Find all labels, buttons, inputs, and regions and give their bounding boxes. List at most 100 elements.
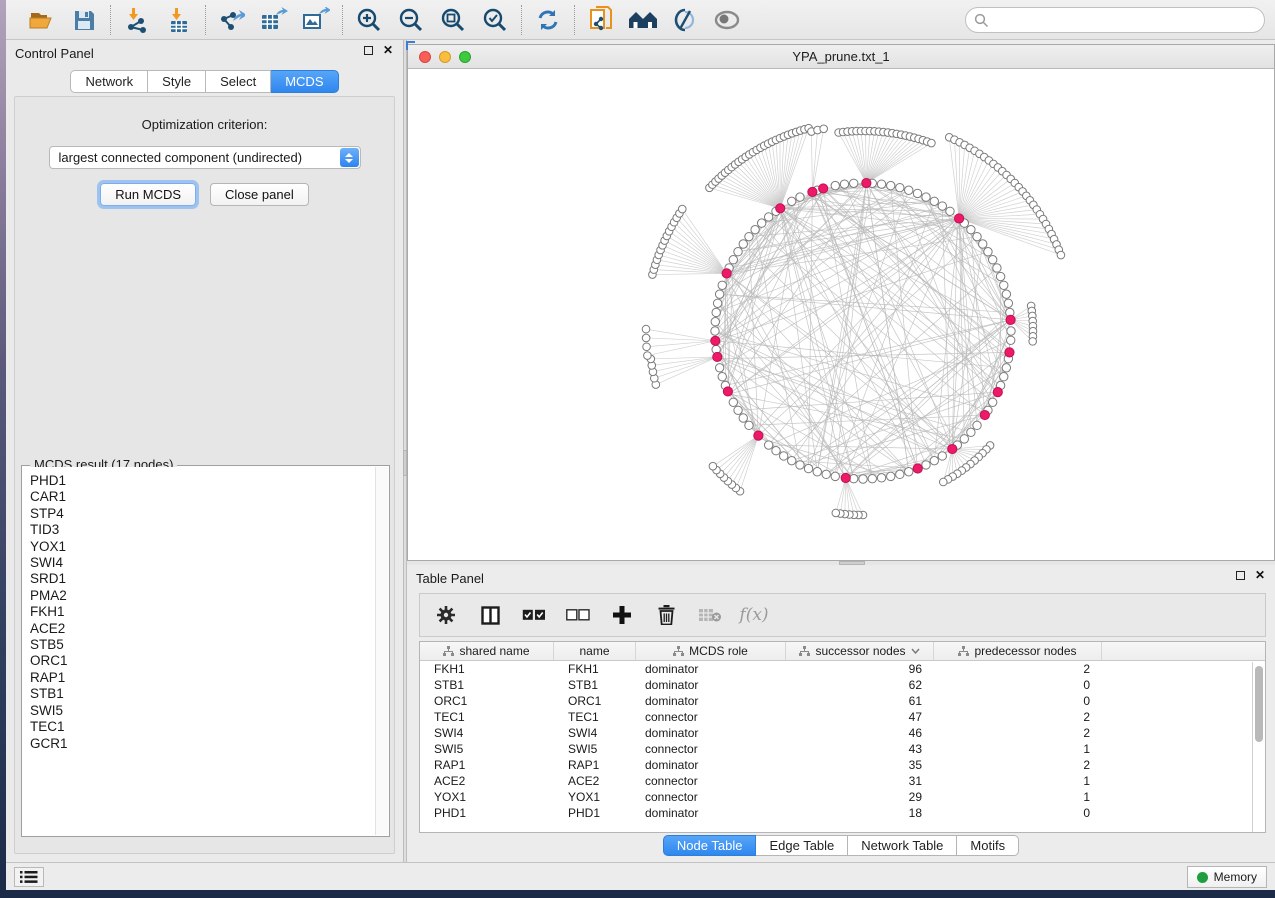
cell-predecessor-nodes[interactable]: 2 (934, 709, 1102, 725)
tab-network-table[interactable]: Network Table (848, 835, 957, 856)
table-row[interactable]: STB1STB1dominator620 (420, 677, 1265, 693)
cell-name[interactable]: TEC1 (554, 709, 636, 725)
export-image-icon[interactable] (300, 5, 332, 35)
graph-hub-node[interactable] (808, 187, 817, 196)
cell-predecessor-nodes[interactable]: 0 (934, 693, 1102, 709)
cell-predecessor-nodes[interactable]: 2 (934, 757, 1102, 773)
cell-mcds-role[interactable]: dominator (636, 757, 786, 773)
tab-mcds[interactable]: MCDS (271, 70, 338, 93)
optimization-criterion-select[interactable]: largest connected component (undirected) (49, 146, 361, 169)
graph-hub-node[interactable] (913, 464, 922, 473)
import-network-icon[interactable] (121, 5, 153, 35)
cell-shared-name[interactable]: SWI5 (420, 741, 554, 757)
table-settings-icon[interactable] (432, 601, 460, 629)
cell-name[interactable]: ORC1 (554, 693, 636, 709)
network-canvas[interactable] (408, 69, 1274, 560)
cell-successor-nodes[interactable]: 29 (786, 789, 934, 805)
cell-shared-name[interactable]: ORC1 (420, 693, 554, 709)
cell-successor-nodes[interactable]: 47 (786, 709, 934, 725)
mcds-result-item[interactable]: SWI5 (30, 703, 375, 719)
cell-name[interactable]: PHD1 (554, 805, 636, 821)
column-header-successor-nodes[interactable]: successor nodes (786, 642, 934, 660)
cell-successor-nodes[interactable]: 62 (786, 677, 934, 693)
table-row[interactable]: SWI5SWI5connector431 (420, 741, 1265, 757)
column-header-predecessor-nodes[interactable]: predecessor nodes (934, 642, 1102, 660)
cell-predecessor-nodes[interactable]: 1 (934, 773, 1102, 789)
cell-mcds-role[interactable]: dominator (636, 677, 786, 693)
mcds-result-item[interactable]: FKH1 (30, 604, 375, 620)
cell-shared-name[interactable]: STB1 (420, 677, 554, 693)
clone-network-icon[interactable] (585, 5, 617, 35)
mcds-result-item[interactable]: PHD1 (30, 473, 375, 489)
zoom-out-icon[interactable] (395, 5, 427, 35)
graph-hub-node[interactable] (722, 269, 731, 278)
show-columns-icon[interactable] (476, 601, 504, 629)
mcds-list-scrollbar[interactable] (375, 467, 388, 835)
mcds-result-item[interactable]: SRD1 (30, 571, 375, 587)
cell-mcds-role[interactable]: connector (636, 773, 786, 789)
graph-hub-node[interactable] (713, 352, 722, 361)
graph-hub-node[interactable] (862, 178, 871, 187)
tab-select[interactable]: Select (206, 70, 271, 93)
scrollbar-thumb[interactable] (1255, 666, 1263, 742)
tab-motifs[interactable]: Motifs (957, 835, 1019, 856)
cell-mcds-role[interactable]: dominator (636, 693, 786, 709)
mcds-result-item[interactable]: SWI4 (30, 555, 375, 571)
cell-shared-name[interactable]: PHD1 (420, 805, 554, 821)
cell-successor-nodes[interactable]: 96 (786, 661, 934, 677)
cell-name[interactable]: SWI5 (554, 741, 636, 757)
import-table-icon[interactable] (163, 5, 195, 35)
table-row[interactable]: RAP1RAP1dominator352 (420, 757, 1265, 773)
zoom-in-icon[interactable] (353, 5, 385, 35)
run-mcds-button[interactable]: Run MCDS (100, 183, 196, 206)
mcds-result-item[interactable]: TEC1 (30, 719, 375, 735)
cell-predecessor-nodes[interactable]: 0 (934, 805, 1102, 821)
graphics-details-icon[interactable] (669, 5, 701, 35)
mcds-result-item[interactable]: TID3 (30, 522, 375, 538)
cell-name[interactable]: STB1 (554, 677, 636, 693)
graph-hub-node[interactable] (754, 431, 763, 440)
float-panel-icon[interactable] (1236, 571, 1245, 580)
cell-predecessor-nodes[interactable]: 1 (934, 789, 1102, 805)
cell-name[interactable]: SWI4 (554, 725, 636, 741)
table-row[interactable]: PHD1PHD1dominator180 (420, 805, 1265, 821)
table-row[interactable]: SWI4SWI4dominator462 (420, 725, 1265, 741)
graph-hub-node[interactable] (1005, 348, 1014, 357)
task-history-button[interactable] (14, 867, 44, 887)
mcds-result-item[interactable]: STP4 (30, 506, 375, 522)
cell-successor-nodes[interactable]: 43 (786, 741, 934, 757)
add-column-icon[interactable] (608, 601, 636, 629)
window-close-icon[interactable] (419, 51, 431, 63)
cell-shared-name[interactable]: YOX1 (420, 789, 554, 805)
cell-name[interactable]: RAP1 (554, 757, 636, 773)
column-header-shared-name[interactable]: shared name (420, 642, 554, 660)
mcds-result-item[interactable]: YOX1 (30, 539, 375, 555)
mcds-result-item[interactable]: STB1 (30, 686, 375, 702)
graph-hub-node[interactable] (776, 204, 785, 213)
cell-predecessor-nodes[interactable]: 1 (934, 741, 1102, 757)
close-panel-icon[interactable]: ✕ (383, 45, 393, 56)
eye-icon[interactable] (711, 5, 743, 35)
cell-name[interactable]: YOX1 (554, 789, 636, 805)
mcds-result-item[interactable]: STB5 (30, 637, 375, 653)
tab-network[interactable]: Network (70, 70, 148, 93)
cell-mcds-role[interactable]: dominator (636, 661, 786, 677)
cell-mcds-role[interactable]: dominator (636, 725, 786, 741)
mcds-result-item[interactable]: CAR1 (30, 489, 375, 505)
select-all-rows-icon[interactable] (520, 601, 548, 629)
first-neighbors-icon[interactable] (627, 5, 659, 35)
export-table-icon[interactable] (258, 5, 290, 35)
refresh-icon[interactable] (532, 5, 564, 35)
cell-successor-nodes[interactable]: 35 (786, 757, 934, 773)
save-session-icon[interactable] (68, 5, 100, 35)
cell-shared-name[interactable]: FKH1 (420, 661, 554, 677)
cell-mcds-role[interactable]: connector (636, 789, 786, 805)
mcds-result-item[interactable]: GCR1 (30, 736, 375, 752)
cell-mcds-role[interactable]: dominator (636, 805, 786, 821)
search-input[interactable] (965, 7, 1265, 33)
cell-shared-name[interactable]: RAP1 (420, 757, 554, 773)
window-minimize-icon[interactable] (439, 51, 451, 63)
cell-mcds-role[interactable]: connector (636, 709, 786, 725)
open-session-icon[interactable] (26, 5, 58, 35)
close-panel-button[interactable]: Close panel (210, 183, 309, 206)
